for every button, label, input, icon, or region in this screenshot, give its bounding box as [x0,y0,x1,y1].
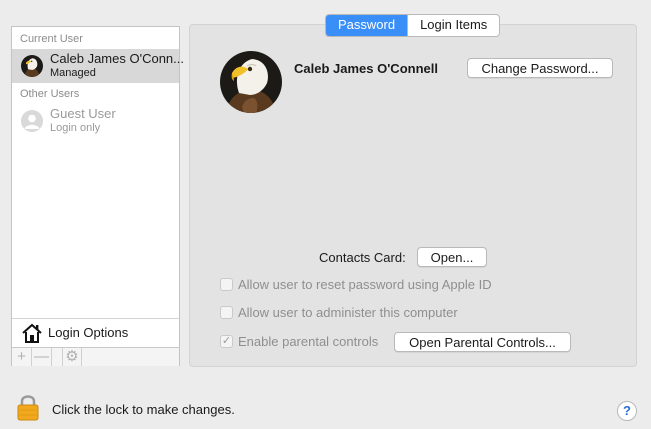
user-name: Caleb James O'Conn... [50,51,184,66]
add-user-button[interactable]: + [12,348,32,366]
administer-label: Allow user to administer this computer [238,305,458,320]
reset-password-label: Allow user to reset password using Apple… [238,277,492,292]
user-full-name: Caleb James O'Connell [294,61,438,76]
reset-password-checkbox[interactable] [220,278,233,291]
user-role: Managed [50,67,96,79]
lock-icon[interactable] [16,393,40,421]
guest-avatar-icon [21,110,43,132]
login-options-item[interactable]: Login Options [12,318,179,347]
eagle-avatar-icon [21,55,43,77]
administer-checkbox[interactable] [220,306,233,319]
guest-user-role: Login only [50,122,101,134]
open-parental-controls-button[interactable]: Open Parental Controls... [394,332,571,352]
user-row-caleb[interactable]: Caleb James O'Conn... Managed [12,49,184,83]
change-password-button[interactable]: Change Password... [467,58,613,78]
lock-message: Click the lock to make changes. [52,402,235,417]
current-user-header: Current User [20,33,83,45]
other-users-header: Other Users [20,88,80,100]
login-options-label: Login Options [48,325,129,340]
help-button[interactable]: ? [617,401,637,421]
tab-login-items[interactable]: Login Items [407,15,499,36]
user-row-guest[interactable]: Guest User Login only [12,104,179,138]
remove-user-button[interactable]: — [32,348,52,366]
gear-icon[interactable]: ⚙ [62,348,82,366]
guest-user-name: Guest User [50,106,116,121]
parental-controls-checkbox[interactable]: ✓ [220,335,233,348]
profile-picture[interactable] [220,51,282,113]
house-icon [21,322,43,344]
parental-controls-label: Enable parental controls [238,334,379,349]
sidebar-bottom-bar: + — ⚙ [12,347,179,366]
user-list-sidebar: Current User Caleb James O'Conn... Manag… [11,26,184,366]
tab-bar: Password Login Items [325,14,501,37]
contacts-open-button[interactable]: Open... [417,247,487,267]
tab-password[interactable]: Password [326,15,408,36]
contacts-card-label: Contacts Card: [319,250,406,265]
